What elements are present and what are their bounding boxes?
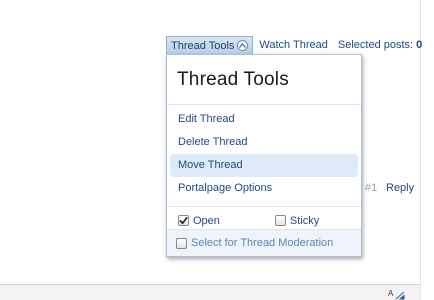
selected-posts-count: 0 xyxy=(416,39,423,51)
sticky-option[interactable]: Sticky xyxy=(274,214,320,227)
svg-text:A: A xyxy=(388,289,394,298)
sticky-label: Sticky xyxy=(289,214,320,227)
menu-title: Thread Tools xyxy=(167,55,361,105)
thread-toolbar: Thread Tools Watch Thread Selected posts… xyxy=(166,36,422,54)
watch-thread-link[interactable]: Watch Thread xyxy=(259,39,327,51)
edit-thread-item[interactable]: Edit Thread xyxy=(170,108,358,131)
moderation-label: Select for Thread Moderation xyxy=(191,237,334,249)
moderation-footer[interactable]: Select for Thread Moderation xyxy=(167,229,361,256)
portalpage-options-item[interactable]: Portalpage Options xyxy=(170,177,358,200)
move-thread-item[interactable]: Move Thread xyxy=(170,154,358,177)
font-size-icon[interactable]: A xyxy=(387,287,407,300)
moderation-checkbox[interactable] xyxy=(176,237,187,249)
thread-tools-menu: Thread Tools Edit Thread Delete Thread M… xyxy=(166,54,362,257)
open-checkbox[interactable] xyxy=(178,215,189,226)
selected-posts-label: Selected posts: xyxy=(337,39,414,51)
thread-tools-button[interactable]: Thread Tools xyxy=(166,36,254,54)
thread-tools-label: Thread Tools xyxy=(171,39,235,52)
menu-list: Edit Thread Delete Thread Move Thread Po… xyxy=(167,105,361,200)
delete-thread-item[interactable]: Delete Thread xyxy=(170,131,358,154)
sticky-checkbox[interactable] xyxy=(274,215,286,226)
moderation-option[interactable]: Select for Thread Moderation xyxy=(176,237,333,249)
chevron-up-icon[interactable] xyxy=(237,40,249,51)
reply-link[interactable]: Reply xyxy=(386,182,414,194)
bottom-bar xyxy=(0,284,420,300)
post-number[interactable]: #1 xyxy=(365,182,377,194)
selected-posts-link[interactable]: Selected posts: 0 xyxy=(338,39,422,51)
open-option[interactable]: Open xyxy=(178,215,220,227)
open-label: Open xyxy=(193,214,220,227)
